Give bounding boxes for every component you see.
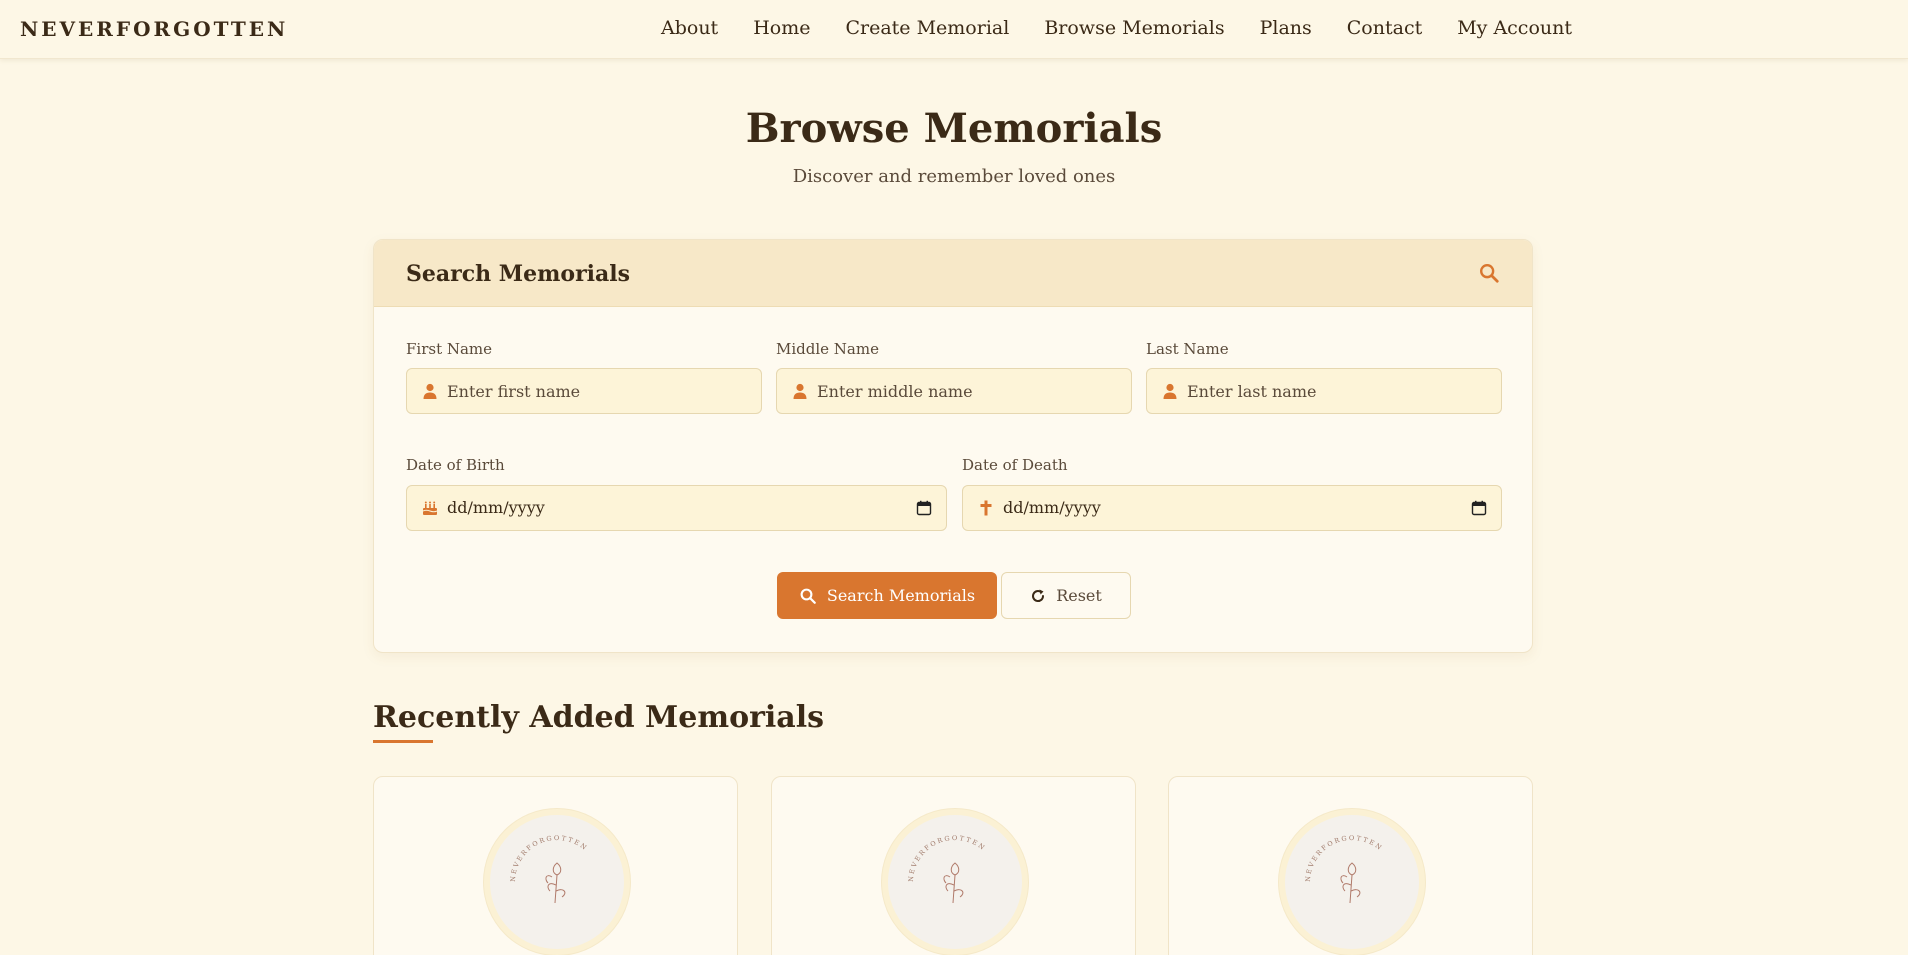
- middle-name-input[interactable]: [817, 369, 1111, 413]
- emblem-text: NEVERFORGOTTEN: [509, 834, 588, 882]
- dod-label: Date of Death: [962, 456, 1068, 474]
- user-icon: [423, 383, 437, 399]
- last-name-input[interactable]: [1187, 369, 1481, 413]
- middle-name-label: Middle Name: [776, 340, 879, 358]
- page-subtitle: Discover and remember loved ones: [792, 166, 1116, 187]
- reset-label: Reset: [1056, 586, 1102, 605]
- emblem-text: NEVERFORGOTTEN: [907, 834, 986, 882]
- memorial-card[interactable]: NEVERFORGOTTEN: [373, 776, 738, 955]
- section-underline: [373, 740, 433, 743]
- first-name-label: First Name: [406, 340, 493, 358]
- search-memorials-button[interactable]: Search Memorials: [777, 572, 997, 619]
- nav-contact[interactable]: Contact: [1347, 17, 1422, 39]
- memorial-card[interactable]: NEVERFORGOTTEN: [771, 776, 1136, 955]
- nav-plans[interactable]: Plans: [1260, 17, 1312, 39]
- nav-about[interactable]: About: [661, 17, 718, 39]
- calendar-icon[interactable]: [1471, 500, 1487, 516]
- nav-create-memorial[interactable]: Create Memorial: [845, 17, 1009, 39]
- dod-input[interactable]: dd/mm/yyyy: [1003, 498, 1101, 517]
- cross-icon: [980, 500, 992, 516]
- svg-text:NEVERFORGOTTEN: NEVERFORGOTTEN: [1304, 834, 1385, 882]
- navbar: NEVERFORGOTTEN About Home Create Memoria…: [0, 0, 1908, 59]
- emblem-text: NEVERFORGOTTEN: [1304, 834, 1383, 882]
- memorial-avatar: NEVERFORGOTTEN: [1279, 809, 1425, 955]
- user-icon: [793, 383, 807, 399]
- reset-button[interactable]: Reset: [1001, 572, 1131, 619]
- nav-links: About Home Create Memorial Browse Memori…: [661, 17, 1607, 39]
- neverforgotten-emblem-icon: NEVERFORGOTTEN: [907, 834, 988, 904]
- nav-my-account[interactable]: My Account: [1457, 17, 1572, 39]
- last-name-field: [1146, 368, 1502, 414]
- memorial-card[interactable]: NEVERFORGOTTEN: [1168, 776, 1533, 955]
- user-icon: [1163, 383, 1177, 399]
- search-icon: [1480, 264, 1499, 283]
- recent-memorials-title: Recently Added Memorials: [373, 700, 825, 735]
- svg-text:NEVERFORGOTTEN: NEVERFORGOTTEN: [509, 834, 590, 882]
- search-card-header: Search Memorials: [374, 240, 1532, 307]
- page-title: Browse Memorials: [745, 105, 1163, 152]
- brand-logo[interactable]: NEVERFORGOTTEN: [20, 17, 288, 41]
- refresh-icon: [1032, 589, 1045, 602]
- first-name-input[interactable]: [447, 369, 741, 413]
- dod-field[interactable]: dd/mm/yyyy: [962, 485, 1502, 531]
- memorial-avatar: NEVERFORGOTTEN: [484, 809, 630, 955]
- calendar-icon[interactable]: [916, 500, 932, 516]
- neverforgotten-emblem-icon: NEVERFORGOTTEN: [509, 834, 590, 904]
- svg-text:NEVERFORGOTTEN: NEVERFORGOTTEN: [907, 834, 988, 882]
- memorial-avatar: NEVERFORGOTTEN: [882, 809, 1028, 955]
- middle-name-field: [776, 368, 1132, 414]
- search-card-title: Search Memorials: [406, 261, 631, 287]
- search-memorials-label: Search Memorials: [826, 586, 976, 605]
- search-card: Search Memorials First Name Middle Name …: [373, 239, 1533, 653]
- dob-input[interactable]: dd/mm/yyyy: [447, 498, 545, 517]
- dob-label: Date of Birth: [406, 456, 505, 474]
- first-name-field: [406, 368, 762, 414]
- nav-browse-memorials[interactable]: Browse Memorials: [1044, 17, 1224, 39]
- nav-home[interactable]: Home: [753, 17, 810, 39]
- birthday-cake-icon: [422, 501, 438, 515]
- dob-field[interactable]: dd/mm/yyyy: [406, 485, 947, 531]
- last-name-label: Last Name: [1146, 340, 1229, 358]
- neverforgotten-emblem-icon: NEVERFORGOTTEN: [1304, 834, 1385, 904]
- search-icon: [800, 588, 816, 604]
